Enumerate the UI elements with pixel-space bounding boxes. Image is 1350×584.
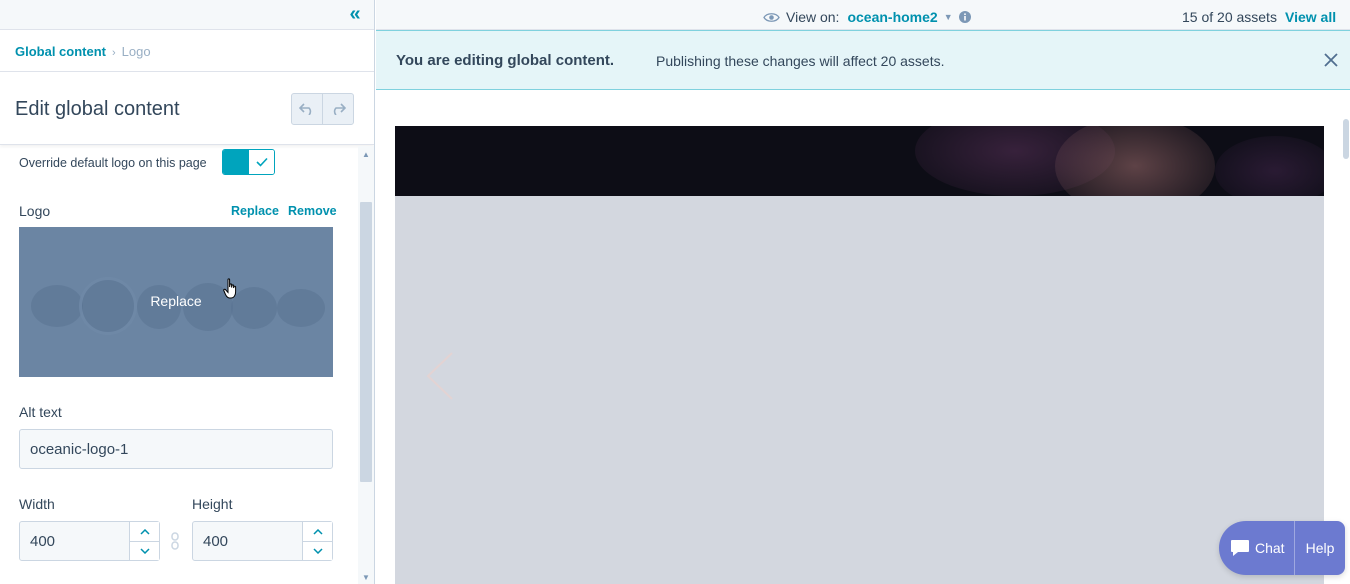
sidebar-topbar: « [0, 0, 374, 30]
redo-icon [333, 103, 346, 115]
chevron-down-icon [312, 548, 323, 554]
panel-scrollbar[interactable]: ▲ ▼ [358, 146, 374, 584]
height-label: Height [192, 496, 233, 512]
width-decrement-button[interactable] [130, 541, 159, 560]
logo-replace-overlay: Replace [150, 293, 202, 309]
breadcrumb-chevron-icon: › [112, 47, 116, 59]
view-on-selector: View on: ocean-home2 ▼ [763, 9, 971, 25]
breadcrumb: Global content › Logo [0, 30, 374, 72]
undo-icon [299, 103, 312, 115]
chat-button[interactable]: Chat [1219, 521, 1294, 575]
alert-title: You are editing global content. [396, 52, 615, 69]
chevron-up-icon [312, 528, 323, 535]
nebula-graphic [1055, 126, 1215, 196]
height-input[interactable]: 400 [192, 521, 333, 561]
scroll-down-icon[interactable]: ▼ [362, 573, 370, 582]
redo-button[interactable] [322, 94, 353, 124]
toggle-fill [223, 150, 249, 174]
undo-redo-group [291, 93, 354, 125]
view-all-link[interactable]: View all [1285, 9, 1336, 25]
scroll-up-icon[interactable]: ▲ [362, 150, 370, 159]
chevron-up-icon [139, 528, 150, 535]
alert-message: Publishing these changes will affect 20 … [656, 53, 945, 69]
override-logo-toggle[interactable] [222, 149, 275, 175]
preview-topbar: View on: ocean-home2 ▼ 15 of 20 assets V… [376, 0, 1350, 30]
remove-logo-link[interactable]: Remove [288, 204, 337, 218]
preview-scrollbar-thumb[interactable] [1343, 119, 1349, 159]
nebula-graphic [1215, 136, 1324, 196]
info-icon[interactable] [958, 11, 971, 23]
toggle-knob [249, 150, 274, 174]
breadcrumb-current: Logo [121, 44, 151, 59]
height-decrement-button[interactable] [303, 541, 332, 560]
page-title: Edit global content [15, 98, 180, 120]
chevron-down-icon [139, 548, 150, 554]
override-logo-label: Override default logo on this page [19, 156, 207, 170]
chat-widget: Chat Help [1219, 521, 1345, 575]
assets-count: 15 of 20 assets [1182, 9, 1277, 25]
panel-body: Override default logo on this page Logo … [0, 146, 358, 584]
hand-cursor-icon [223, 278, 237, 299]
help-label: Help [1305, 540, 1335, 556]
height-stepper [302, 522, 332, 560]
chevron-left-icon[interactable] [425, 351, 455, 401]
view-on-page-dropdown[interactable]: ocean-home2 [847, 9, 937, 25]
view-on-label: View on: [786, 9, 840, 25]
sidebar-editor-panel: « Global content › Logo Edit global conten… [0, 0, 375, 584]
preview-scrollbar[interactable] [1342, 91, 1350, 584]
alt-text-input[interactable] [19, 429, 333, 469]
check-icon [255, 157, 268, 167]
width-stepper [129, 522, 159, 560]
chat-bubble-icon [1231, 540, 1249, 556]
page-preview [376, 91, 1350, 584]
width-value: 400 [30, 533, 56, 550]
logo-label: Logo [19, 203, 51, 219]
link-icon[interactable] [170, 532, 180, 550]
width-increment-button[interactable] [130, 522, 159, 541]
eye-icon [763, 12, 780, 22]
alt-text-label: Alt text [19, 404, 62, 420]
undo-button[interactable] [292, 94, 322, 124]
help-button[interactable]: Help [1294, 521, 1345, 575]
logo-image-preview[interactable]: Replace [19, 227, 333, 377]
hero-image-top [395, 126, 1324, 196]
breadcrumb-global-content[interactable]: Global content [15, 44, 106, 59]
height-value: 400 [203, 533, 229, 550]
global-content-alert: You are editing global content. Publishi… [376, 30, 1350, 90]
scrollbar-thumb[interactable] [360, 202, 372, 482]
hero-carousel [395, 126, 1324, 584]
width-input[interactable]: 400 [19, 521, 160, 561]
width-label: Width [19, 496, 55, 512]
close-icon[interactable] [1324, 53, 1338, 67]
caret-down-icon[interactable]: ▼ [944, 12, 953, 22]
panel-header: Edit global content [0, 72, 374, 145]
replace-logo-link[interactable]: Replace [231, 204, 279, 218]
chat-label: Chat [1255, 540, 1285, 556]
height-increment-button[interactable] [303, 522, 332, 541]
double-chevron-left-icon[interactable]: « [346, 4, 364, 24]
